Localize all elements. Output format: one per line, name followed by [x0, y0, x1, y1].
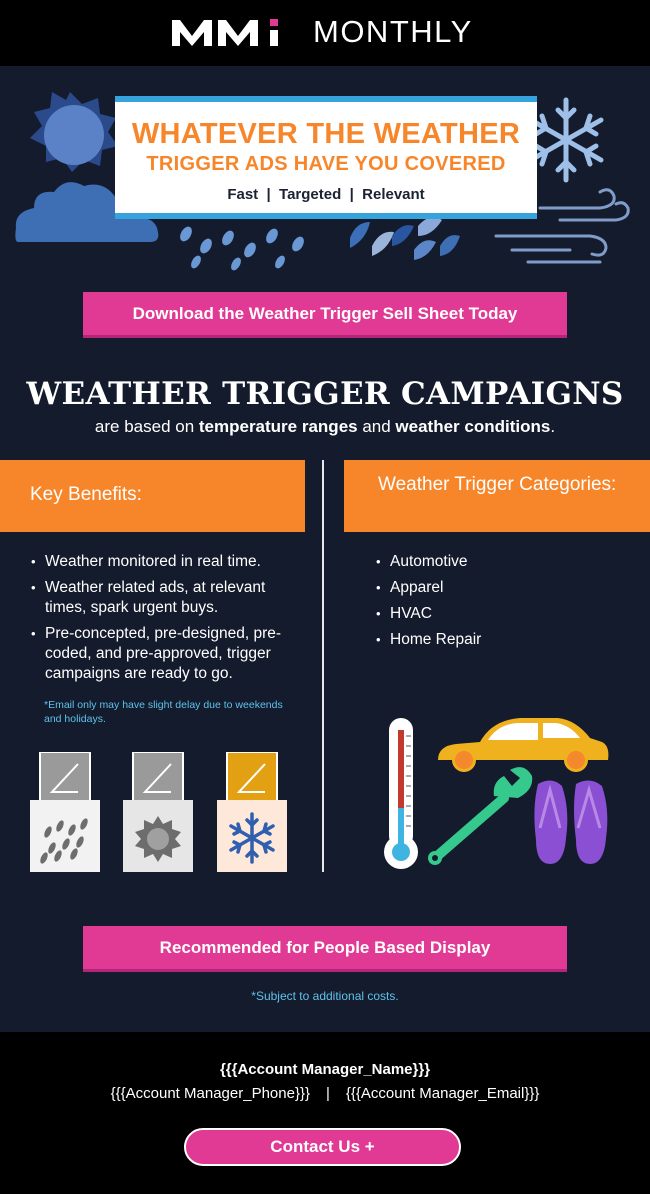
account-manager-phone: {{{Account Manager_Phone}}}: [110, 1085, 310, 1102]
list-item: Apparel: [376, 578, 616, 598]
car-icon: [438, 718, 609, 772]
subtitle-emphasis-conditions: weather conditions: [395, 417, 551, 436]
list-item: Weather monitored in real time.: [31, 552, 293, 572]
rain-tile-icon: [30, 752, 100, 872]
list-item: HVAC: [376, 604, 616, 624]
account-manager-name: {{{Account Manager_Name}}}: [219, 1061, 431, 1078]
hero-tagline: Fast | Targeted | Relevant: [227, 186, 425, 203]
flip-flops-icon: [534, 780, 608, 864]
contact-us-button[interactable]: Contact Us +: [184, 1128, 461, 1166]
subtitle-text: and: [357, 417, 396, 436]
email-delay-note: *Email only may have slight delay due to…: [44, 699, 283, 725]
wrench-icon: [428, 767, 533, 865]
separator: |: [325, 1085, 330, 1102]
email-page: MONTHLY WHATEVER THE WEATHER TRIGGER ADS…: [0, 0, 650, 1194]
account-manager-contact: {{{Account Manager_Phone}}} | {{{Account M…: [0, 1085, 650, 1102]
subtitle-text: are based on: [94, 417, 199, 436]
category-illustration: [384, 718, 609, 869]
benefits-list: Weather monitored in real time. Weather …: [31, 552, 293, 690]
section-title: WEATHER TRIGGER CAMPAIGNS: [26, 376, 624, 412]
subject-note: *Subject to additional costs.: [251, 989, 399, 1003]
leaves-icon: [350, 217, 460, 260]
download-sell-sheet-button[interactable]: Download the Weather Trigger Sell Sheet …: [83, 292, 567, 338]
footer: [0, 1032, 650, 1194]
header-bar: MONTHLY: [0, 0, 650, 66]
list-item: Weather related ads, at relevant times, …: [31, 578, 293, 618]
hero-title-line1: WHATEVER THE WEATHER: [131, 118, 521, 150]
snow-tile-icon: [217, 752, 287, 872]
hero-banner: WHATEVER THE WEATHER TRIGGER ADS HAVE YO…: [115, 96, 537, 219]
column-divider: [322, 460, 324, 872]
sun-tile-icon: [123, 752, 193, 872]
sun-icon: [30, 92, 118, 172]
categories-heading: Weather Trigger Categories:: [344, 460, 650, 532]
list-item: Pre-concepted, pre-designed, pre-coded, …: [31, 624, 293, 684]
mmi-logo-icon: [172, 19, 278, 46]
list-item: Home Repair: [376, 630, 616, 650]
key-benefits-heading: Key Benefits:: [0, 460, 305, 532]
subtitle-emphasis-temperature: temperature ranges: [198, 417, 358, 436]
account-manager-email: {{{Account Manager_Email}}}: [345, 1085, 540, 1102]
hero-title-line2: TRIGGER ADS HAVE YOU COVERED: [146, 153, 506, 175]
section-subtitle: are based on temperature ranges and weat…: [0, 417, 650, 437]
thermometer-icon: [384, 718, 418, 869]
categories-list: Automotive Apparel HVAC Home Repair: [376, 552, 616, 656]
rain-drops-icon: [180, 226, 304, 271]
subtitle-text: .: [550, 417, 556, 436]
snowflake-icon: [528, 97, 604, 183]
recommended-display-button[interactable]: Recommended for People Based Display: [83, 926, 567, 972]
list-item: Automotive: [376, 552, 616, 572]
logo-text: MONTHLY: [313, 14, 473, 49]
